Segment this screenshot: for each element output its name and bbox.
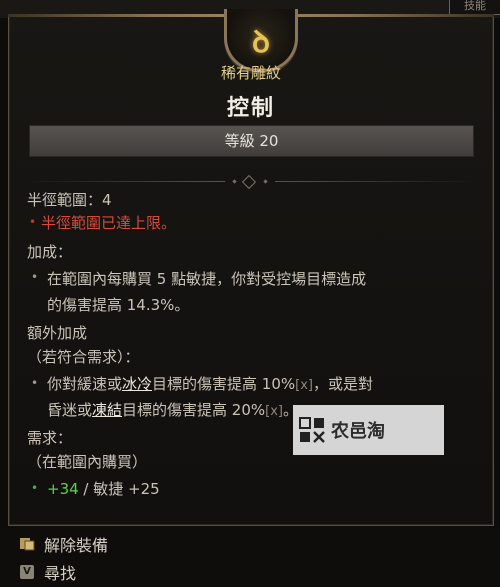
bonus-line-1: 在範圍內每購買 5 點敏捷，你對受控場目標造成 (47, 270, 367, 288)
watermark-text: 农邑淘 (331, 421, 385, 442)
extra-bonus-header: 額外加成 (27, 324, 88, 342)
watermark: 农邑淘 (293, 405, 444, 455)
unequip-label: 解除裝備 (44, 536, 109, 555)
key-v-badge: V (20, 565, 34, 579)
level-label: 等級 20 (224, 132, 279, 150)
extra-bonus-condition: （若符合需求）： (27, 348, 140, 366)
bullet-icon: • (31, 481, 39, 495)
action-footer: 解除裝備 V 尋找 (0, 528, 500, 587)
bullet-icon: • (31, 376, 39, 390)
unequip-action[interactable]: 解除裝備 (18, 532, 108, 556)
bonus-header: 加成： (27, 243, 73, 261)
bonus-line-2: 的傷害提高 14.3%。 (47, 296, 190, 314)
ornament-divider (25, 174, 475, 190)
level-bar: 等級 20 (29, 125, 474, 157)
key-v-icon: V (18, 563, 36, 581)
extra-bonus-line-1: 你對緩速或冰冷目標的傷害提高 10%[x]，或是對 (47, 375, 373, 393)
bullet-icon: • (29, 215, 37, 229)
watermark-logo-icon (299, 417, 325, 443)
requirement-header: 需求： (27, 429, 73, 447)
divider-diamond-icon (241, 174, 257, 190)
extra-bonus-line-2: 昏迷或凍結目標的傷害提高 20%[x]。 (47, 401, 298, 419)
requirement-current: +34 (47, 480, 79, 498)
unequip-icon (18, 535, 36, 553)
glyph-rune-icon: ꝺ (252, 24, 270, 60)
radius-max-note: 半徑範圍已達上限。 (41, 214, 177, 232)
radius-stat: 半徑範圍：4 (27, 191, 112, 209)
find-label: 尋找 (44, 564, 77, 583)
requirement-condition: （在範圍內購買） (27, 453, 148, 471)
keyword-chill[interactable]: 冰冷 (122, 375, 152, 393)
find-action[interactable]: V 尋找 (18, 560, 76, 584)
bullet-icon: • (31, 270, 39, 284)
item-rarity: 稀有雕紋 (220, 64, 281, 82)
keyword-freeze[interactable]: 凍結 (92, 401, 122, 419)
item-title: 控制 (226, 96, 275, 121)
tab-skills[interactable]: 技能 (449, 0, 500, 15)
requirement-line: +34 / 敏捷 +25 (47, 480, 160, 498)
